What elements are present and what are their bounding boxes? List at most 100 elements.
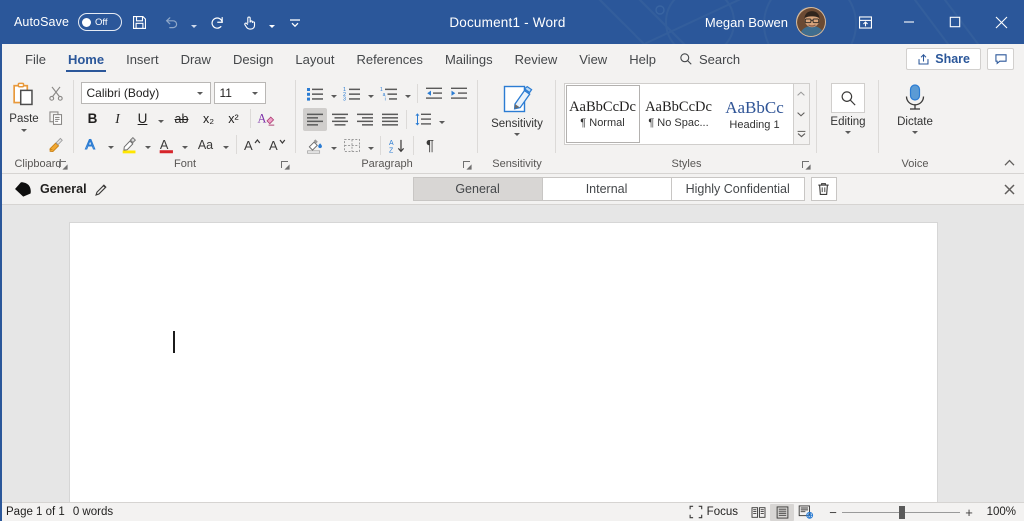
maximize-button[interactable] [932,0,978,44]
multilevel-list-button[interactable]: 1 a i [377,82,401,105]
sensitivity-dropdown-icon[interactable] [514,133,520,136]
zoom-track[interactable] [842,504,960,521]
tab-help[interactable]: Help [618,44,667,74]
close-sensitivity-bar-button[interactable] [994,175,1024,203]
undo-icon[interactable] [156,7,186,37]
multilevel-dropdown-icon[interactable] [402,82,413,105]
align-left-button[interactable] [303,108,327,131]
ribbon-display-options-icon[interactable] [844,5,886,39]
font-size-input[interactable]: 11 [214,82,266,104]
zoom-in-button[interactable]: + [960,505,978,520]
paragraph-dialog-launcher-icon[interactable] [463,161,472,170]
highlight-button[interactable] [118,133,142,156]
sensitivity-option-internal[interactable]: Internal [542,177,672,201]
tab-mailings[interactable]: Mailings [434,44,504,74]
align-center-button[interactable] [328,108,352,131]
document-canvas[interactable] [0,205,1024,502]
tab-file[interactable]: File [14,44,57,74]
tab-layout[interactable]: Layout [284,44,345,74]
zoom-thumb[interactable] [899,506,905,519]
comments-button[interactable] [987,48,1014,70]
cut-button[interactable] [43,81,69,105]
word-count[interactable]: 0 words [73,506,121,518]
tab-home[interactable]: Home [57,44,115,74]
styles-scroll-down-icon[interactable] [794,104,809,124]
justify-button[interactable] [378,108,402,131]
borders-dropdown-icon[interactable] [365,134,376,157]
close-button[interactable] [978,0,1024,44]
numbering-dropdown-icon[interactable] [365,82,376,105]
read-mode-button[interactable] [746,504,770,521]
tab-design[interactable]: Design [222,44,284,74]
tab-view[interactable]: View [568,44,618,74]
align-right-button[interactable] [353,108,377,131]
focus-mode-button[interactable]: Focus [685,505,746,519]
edit-label-icon[interactable] [94,181,110,197]
styles-scroll-up-icon[interactable] [794,84,809,104]
paste-button[interactable]: Paste [7,79,41,132]
change-case-dropdown-icon[interactable] [221,133,232,156]
font-color-dropdown-icon[interactable] [180,133,191,156]
superscript-button[interactable]: x² [222,107,246,130]
change-case-button[interactable]: Aa [192,133,220,156]
collapse-ribbon-button[interactable] [1001,155,1017,171]
bullets-dropdown-icon[interactable] [328,82,339,105]
sensitivity-option-highly-confidential[interactable]: Highly Confidential [671,177,805,201]
style-item-normal[interactable]: AaBbCcDc ¶ Normal [566,85,640,143]
dictate-dropdown-icon[interactable] [912,131,918,134]
customize-qat-icon[interactable] [280,7,310,37]
save-icon[interactable] [124,7,154,37]
touch-mode-icon[interactable] [234,7,264,37]
shrink-font-button[interactable]: A [266,133,290,156]
clipboard-dialog-launcher-icon[interactable] [59,161,68,170]
sensitivity-option-general[interactable]: General [413,177,543,201]
subscript-button[interactable]: x₂ [197,107,221,130]
font-family-input[interactable]: Calibri (Body) [81,82,211,104]
style-item-heading-1[interactable]: AaBbCс Heading 1 [718,85,792,143]
dictate-button[interactable]: Dictate [885,79,945,155]
zoom-out-button[interactable]: − [824,505,842,520]
text-effects-dropdown-icon[interactable] [106,133,117,156]
web-layout-button[interactable] [794,504,818,521]
strikethrough-button[interactable]: ab [168,107,196,130]
borders-button[interactable] [340,134,364,157]
line-spacing-dropdown-icon[interactable] [436,108,447,131]
font-size-dropdown-icon[interactable] [249,92,262,95]
font-family-dropdown-icon[interactable] [194,92,207,95]
italic-button[interactable]: I [106,107,130,130]
editing-dropdown-icon[interactable] [845,131,851,134]
minimize-button[interactable] [886,0,932,44]
tab-draw[interactable]: Draw [170,44,222,74]
show-formatting-marks-button[interactable]: ¶ [418,134,442,157]
underline-dropdown-icon[interactable] [156,107,167,130]
paste-dropdown-icon[interactable] [21,129,27,132]
highlight-dropdown-icon[interactable] [143,133,154,156]
undo-dropdown-icon[interactable] [188,7,200,37]
redo-icon[interactable] [202,7,232,37]
style-item-no-spacing[interactable]: AaBbCcDc ¶ No Spac... [642,85,716,143]
decrease-indent-button[interactable] [422,82,446,105]
bullets-button[interactable] [303,82,327,105]
shading-button[interactable] [303,134,327,157]
share-button[interactable]: Share [906,48,981,70]
zoom-level[interactable]: 100% [978,506,1016,518]
search-input[interactable]: Search [667,44,750,74]
print-layout-button[interactable] [770,504,794,521]
grow-font-button[interactable]: A [241,133,265,156]
styles-dialog-launcher-icon[interactable] [802,161,811,170]
line-spacing-button[interactable] [411,108,435,131]
delete-label-button[interactable] [811,177,837,201]
bold-button[interactable]: B [81,107,105,130]
sort-button[interactable]: A Z [385,134,409,157]
styles-more-icon[interactable] [794,124,809,144]
sensitivity-button[interactable]: Sensitivity [483,79,551,155]
page-indicator[interactable]: Page 1 of 1 [6,506,73,518]
clear-formatting-button[interactable]: A [255,107,279,130]
shading-dropdown-icon[interactable] [328,134,339,157]
tab-insert[interactable]: Insert [115,44,170,74]
autosave-toggle[interactable]: Off [78,13,122,31]
avatar[interactable] [796,7,826,37]
text-effects-button[interactable]: A [81,133,105,156]
copy-button[interactable] [43,106,69,130]
numbering-button[interactable]: 1 2 3 [340,82,364,105]
